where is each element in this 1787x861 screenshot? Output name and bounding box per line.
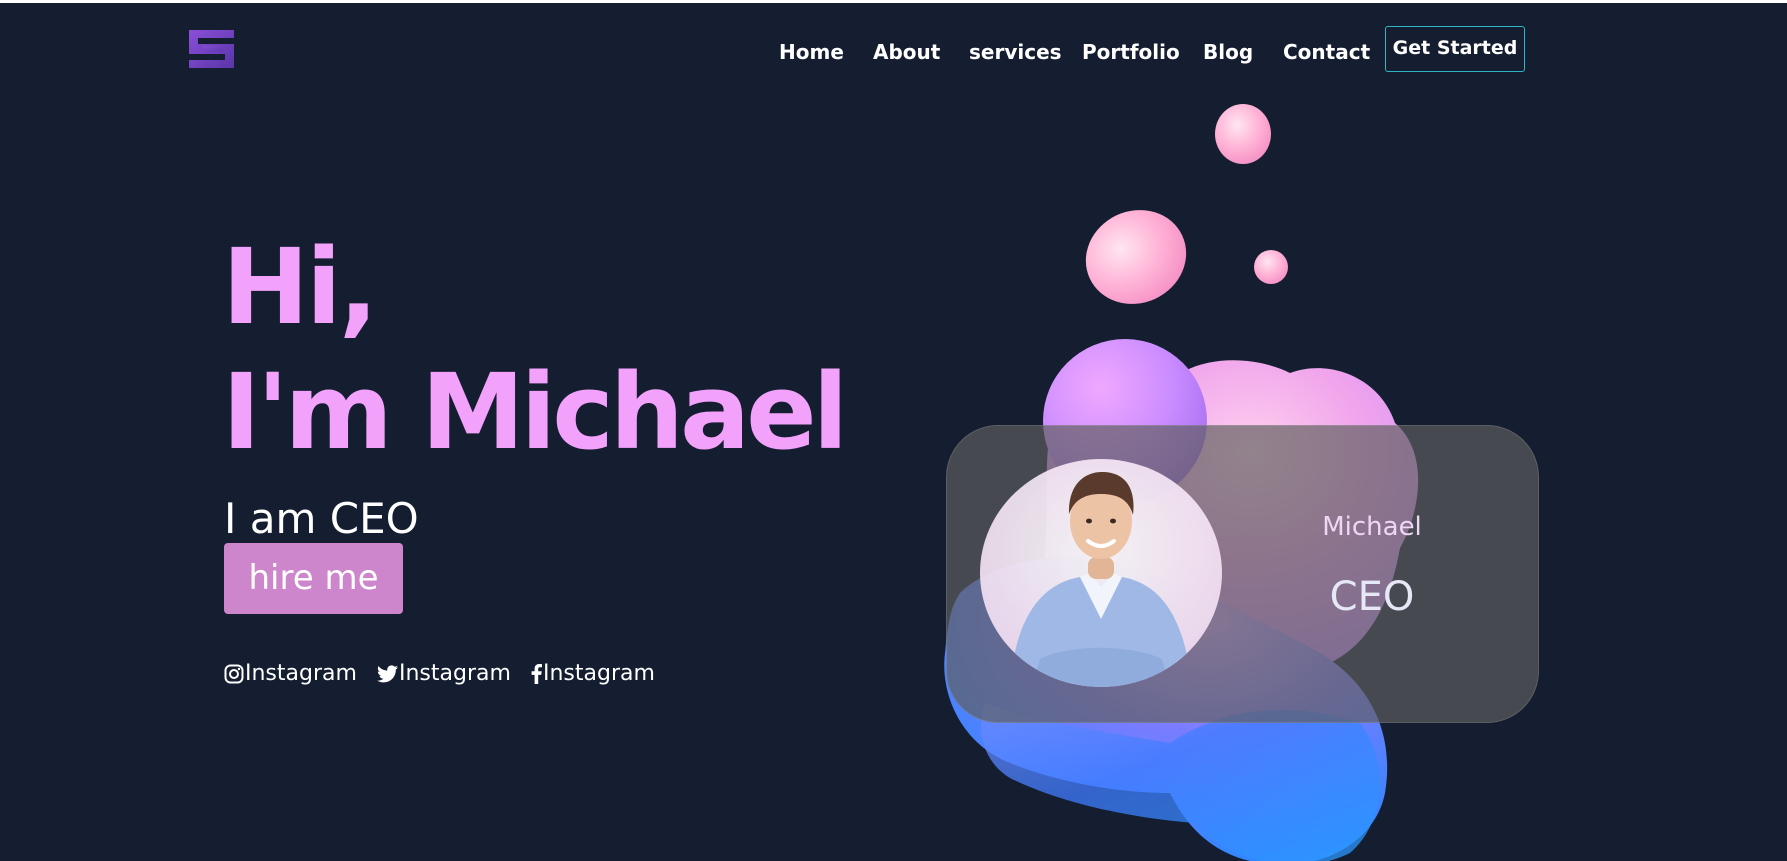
social-link-twitter[interactable]: Instagram [377, 659, 511, 689]
nav-portfolio[interactable]: Portfolio [1082, 37, 1180, 67]
social-label: Instagram [399, 661, 511, 686]
profile-name: Michael [1322, 512, 1422, 542]
nav-blog[interactable]: Blog [1203, 37, 1253, 67]
profile-role: CEO [1329, 574, 1415, 620]
instagram-icon [224, 664, 244, 684]
hire-me-button[interactable]: hire me [224, 543, 403, 614]
bubble-oval [1085, 210, 1187, 304]
social-link-facebook[interactable]: Instagram [531, 659, 655, 689]
facebook-icon [531, 664, 542, 684]
profile-card: Michael CEO [946, 425, 1539, 723]
nav-services[interactable]: services [969, 37, 1062, 67]
hero-subtitle: I am CEO [224, 494, 419, 543]
social-link-instagram[interactable]: Instagram [224, 659, 357, 689]
social-label: Instagram [245, 661, 357, 686]
social-label: Instagram [543, 661, 655, 686]
person-photo-icon [980, 459, 1222, 687]
hero-greeting: Hi, [222, 226, 378, 348]
nav-about[interactable]: About [873, 37, 940, 67]
twitter-icon [377, 665, 398, 683]
get-started-button[interactable]: Get Started [1385, 26, 1525, 72]
landing-page: Home About services Portfolio Blog Conta… [0, 3, 1787, 861]
nav-home[interactable]: Home [779, 37, 844, 67]
hero-title: I'm Michael [222, 351, 848, 473]
bubble-small-top [1215, 104, 1271, 164]
bubble-tiny [1254, 250, 1288, 284]
nav-contact[interactable]: Contact [1283, 37, 1370, 67]
